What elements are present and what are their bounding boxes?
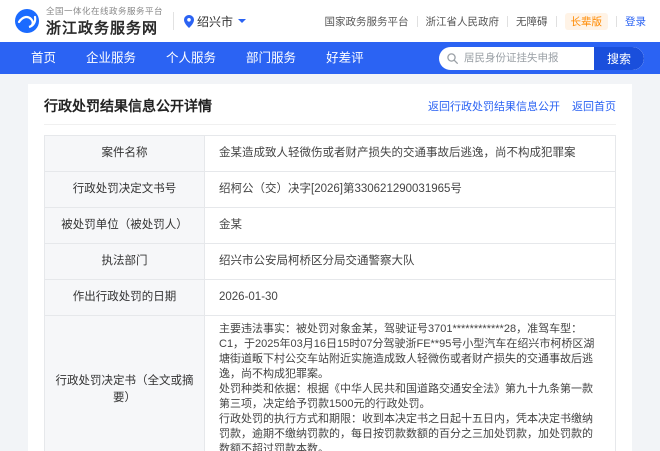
link-elder-mode[interactable]: 长辈版 (564, 12, 608, 30)
header-links: 返回行政处罚结果信息公开 返回首页 (428, 98, 616, 114)
divider (416, 15, 418, 27)
location-pin-icon (184, 14, 195, 28)
top-links: 国家政务服务平台 浙江省人民政府 无障碍 长辈版 登录 (325, 12, 646, 30)
link-provincial-gov[interactable]: 浙江省人民政府 (426, 14, 500, 29)
row-label-decision-number: 行政处罚决定文书号 (45, 172, 205, 207)
row-value-punished-party: 金某 (219, 219, 242, 232)
top-bar: 全国一体化在线政务服务平台 浙江政务服务网 绍兴市 国家政务服务平台 浙江省人民… (0, 0, 660, 42)
content-area: 行政处罚结果信息公开详情 返回行政处罚结果信息公开 返回首页 案件名称 金某造成… (0, 74, 660, 451)
back-to-list-link[interactable]: 返回行政处罚结果信息公开 (428, 98, 560, 114)
platform-label: 全国一体化在线政务服务平台 (46, 5, 164, 16)
nav-item-department-services[interactable]: 部门服务 (231, 42, 311, 74)
chevron-down-icon (238, 19, 247, 23)
nav-item-home[interactable]: 首页 (16, 42, 71, 74)
site-logo-icon (15, 9, 39, 33)
table-row: 执法部门 绍兴市公安局柯桥区分局交通警察大队 (45, 244, 615, 280)
main-nav: 首页 企业服务 个人服务 部门服务 好差评 搜索 (0, 42, 660, 74)
divider (507, 15, 508, 27)
table-row: 作出行政处罚的日期 2026-01-30 (45, 280, 615, 316)
search-icon (447, 52, 458, 64)
row-label-case-name: 案件名称 (45, 136, 205, 171)
nav-item-rating[interactable]: 好差评 (311, 42, 379, 74)
city-name: 绍兴市 (197, 14, 234, 29)
row-value-decision-document: 主要违法事实：被处罚对象金某，驾驶证号3701************28，准驾… (205, 316, 615, 451)
divider (555, 15, 557, 27)
login-link[interactable]: 登录 (625, 14, 646, 29)
search-input[interactable] (458, 52, 594, 64)
link-national-platform[interactable]: 国家政务服务平台 (325, 14, 409, 29)
table-row: 行政处罚决定书（全文或摘要） 主要违法事实：被处罚对象金某，驾驶证号3701**… (45, 316, 615, 451)
card-header: 行政处罚结果信息公开详情 返回行政处罚结果信息公开 返回首页 (44, 96, 616, 125)
row-label-decision-document: 行政处罚决定书（全文或摘要） (45, 316, 205, 451)
row-label-punished-party: 被处罚单位（被处罚人） (45, 208, 205, 243)
back-to-home-link[interactable]: 返回首页 (572, 98, 616, 114)
detail-card: 行政处罚结果信息公开详情 返回行政处罚结果信息公开 返回首页 案件名称 金某造成… (28, 84, 632, 451)
decision-paragraph-execution: 行政处罚的执行方式和期限：收到本决定书之日起十五日内，凭本决定书缴纳罚款，逾期不… (219, 413, 593, 451)
link-accessibility[interactable]: 无障碍 (516, 14, 548, 29)
row-value-enforcement-department: 绍兴市公安局柯桥区分局交通警察大队 (219, 255, 415, 268)
search-button[interactable]: 搜索 (593, 46, 644, 70)
search-box: 搜索 (439, 46, 644, 70)
nav-item-enterprise-services[interactable]: 企业服务 (71, 42, 151, 74)
site-logo[interactable]: 全国一体化在线政务服务平台 浙江政务服务网 (14, 5, 163, 38)
table-row: 行政处罚决定文书号 绍柯公（交）决字[2026]第330621290031965… (45, 172, 615, 208)
city-selector[interactable]: 绍兴市 (184, 13, 247, 30)
table-row: 被处罚单位（被处罚人） 金某 (45, 208, 615, 244)
decision-paragraph-basis: 处罚种类和依据：根据《中华人民共和国道路交通安全法》第九十九条第一款第三项，决定… (219, 383, 593, 410)
row-value-case-name: 金某造成致人轻微伤或者财产损失的交通事故后逃逸，尚不构成犯罪案 (219, 147, 576, 160)
nav-item-personal-services[interactable]: 个人服务 (151, 42, 231, 74)
divider (173, 12, 175, 30)
divider (616, 15, 617, 27)
site-name: 浙江政务服务网 (46, 19, 159, 37)
decision-paragraph-facts: 主要违法事实：被处罚对象金某，驾驶证号3701************28，准驾… (219, 323, 595, 380)
table-row: 案件名称 金某造成致人轻微伤或者财产损失的交通事故后逃逸，尚不构成犯罪案 (45, 136, 615, 172)
row-value-penalty-date: 2026-01-30 (219, 291, 278, 304)
row-value-decision-number: 绍柯公（交）决字[2026]第330621290031965号 (219, 183, 462, 196)
row-label-penalty-date: 作出行政处罚的日期 (45, 280, 205, 315)
row-label-enforcement-department: 执法部门 (45, 244, 205, 279)
page-title: 行政处罚结果信息公开详情 (44, 98, 212, 114)
penalty-detail-table: 案件名称 金某造成致人轻微伤或者财产损失的交通事故后逃逸，尚不构成犯罪案 行政处… (44, 135, 616, 451)
